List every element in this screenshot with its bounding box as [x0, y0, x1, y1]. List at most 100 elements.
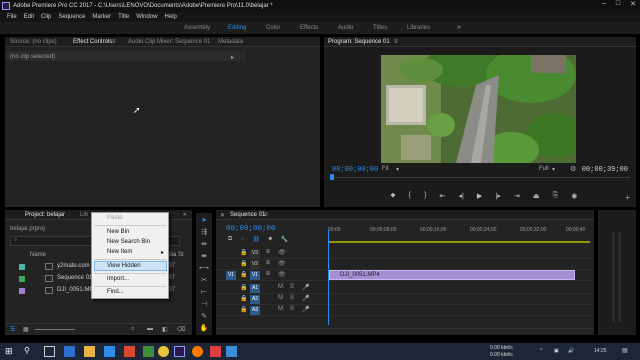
program-playhead[interactable] — [330, 174, 334, 180]
more-workspaces-icon[interactable]: » — [457, 24, 461, 31]
clock[interactable]: 14:25 — [594, 348, 607, 354]
program-video-frame[interactable] — [381, 55, 576, 163]
microphone-icon[interactable]: 🎤 — [302, 295, 309, 302]
add-marker-icon[interactable]: ⬥ — [391, 192, 396, 204]
track-label[interactable]: V1 — [250, 271, 260, 280]
microphone-icon[interactable]: 🎤 — [302, 284, 309, 291]
menu-marker[interactable]: Marker — [92, 14, 111, 20]
lift-icon[interactable]: ⏏ — [533, 192, 540, 204]
office-icon[interactable] — [124, 346, 135, 357]
timeline-timecode[interactable]: 00;00;00;00 — [226, 225, 276, 233]
workspace-color[interactable]: Color — [266, 25, 280, 31]
menu-item-import[interactable]: Import... — [107, 276, 129, 282]
workspace-assembly[interactable]: Assembly — [184, 25, 210, 31]
selection-tool-icon[interactable]: ➤ — [199, 217, 209, 225]
chrome-icon[interactable] — [158, 346, 169, 357]
mute-button[interactable]: M — [278, 284, 283, 290]
timeline-settings-icon[interactable]: 🔧 — [280, 236, 287, 243]
track-label[interactable]: A2 — [250, 295, 260, 304]
workspace-effects[interactable]: Effects — [300, 25, 318, 31]
recorder-icon[interactable] — [210, 346, 221, 357]
app-icon[interactable] — [143, 346, 154, 357]
maximize-button[interactable]: □ — [616, 0, 620, 12]
menu-item-new-item[interactable]: New Item — [107, 249, 132, 255]
edge-browser-icon[interactable] — [64, 346, 75, 357]
play-icon[interactable]: ▶ — [477, 192, 482, 204]
timeline-scrollbar[interactable] — [216, 328, 594, 333]
menu-sequence[interactable]: Sequence — [58, 14, 85, 20]
minimize-button[interactable]: – — [602, 0, 606, 12]
rolling-edit-tool-icon[interactable]: ⇼ — [199, 253, 209, 261]
resolution-dropdown-icon[interactable]: ▾ — [552, 166, 555, 173]
sync-lock-icon[interactable]: ⧈ — [266, 271, 270, 278]
tab-effect-controls[interactable]: Effect Controls — [73, 39, 112, 45]
menu-item-view-hidden[interactable]: View Hidden — [107, 263, 141, 269]
export-frame-icon[interactable]: ◉ — [571, 192, 577, 204]
close-tab-icon[interactable]: ✕ — [220, 212, 225, 219]
menu-edit[interactable]: Edit — [24, 14, 34, 20]
mute-button[interactable]: M — [278, 295, 283, 301]
add-marker-icon[interactable]: ⬥ — [268, 236, 272, 243]
track-label[interactable]: V3 — [250, 249, 260, 258]
tab-audio-clip-mixer[interactable]: Audio Clip Mixer: Sequence 01 — [128, 39, 210, 45]
lock-icon[interactable]: 🔒 — [240, 306, 247, 313]
slip-tool-icon[interactable]: ⊢ — [199, 289, 209, 297]
lock-icon[interactable]: 🔒 — [240, 284, 247, 291]
tab-source[interactable]: Source: (no clips) — [10, 39, 57, 45]
zoom-slider[interactable] — [35, 329, 75, 330]
tab-project[interactable]: Project: belajar — [25, 212, 65, 218]
tab-libraries[interactable]: Lib — [80, 212, 88, 218]
close-button[interactable]: ✕ — [630, 0, 636, 12]
windows-start-icon[interactable]: ⊞ — [5, 346, 16, 357]
app-icon[interactable] — [226, 346, 237, 357]
razor-tool-icon[interactable]: ✂ — [199, 277, 209, 285]
menu-title[interactable]: Title — [118, 14, 129, 20]
work-area-bar[interactable] — [328, 241, 590, 243]
workspace-libraries[interactable]: Libraries — [407, 25, 430, 31]
file-explorer-icon[interactable] — [84, 346, 95, 357]
task-view-icon[interactable] — [44, 346, 55, 357]
mark-out-icon[interactable]: } — [424, 192, 426, 204]
store-icon[interactable] — [104, 346, 115, 357]
track-label[interactable]: A1 — [250, 284, 260, 293]
source-patch-v1[interactable]: V1 — [226, 271, 236, 280]
workspace-titles[interactable]: Titles — [373, 25, 387, 31]
notifications-icon[interactable]: ▤ — [622, 347, 628, 354]
icon-view-icon[interactable]: ▦ — [23, 326, 29, 333]
tab-metadata[interactable]: Metadata — [218, 39, 243, 45]
step-back-icon[interactable]: ◂| — [458, 192, 463, 204]
rate-stretch-tool-icon[interactable]: ⟷ — [199, 265, 209, 273]
snap-icon[interactable]: ∩ — [240, 236, 244, 243]
new-item-icon[interactable]: ◧ — [162, 326, 168, 333]
firefox-icon[interactable] — [192, 346, 203, 357]
list-view-icon[interactable]: ☰ — [10, 326, 15, 333]
hand-tool-icon[interactable]: ✋ — [199, 325, 209, 333]
more-panels-icon[interactable]: » — [183, 212, 186, 218]
clear-icon[interactable]: ⌫ — [177, 326, 185, 333]
volume-icon[interactable]: 🔊 — [568, 348, 574, 354]
lock-icon[interactable]: 🔒 — [240, 249, 247, 256]
menu-item-new-search-bin[interactable]: New Search Bin — [107, 239, 150, 245]
settings-wrench-icon[interactable]: ⚙ — [570, 165, 576, 173]
microphone-icon[interactable]: 🎤 — [302, 306, 309, 313]
menu-item-new-bin[interactable]: New Bin — [107, 229, 129, 235]
pen-tool-icon[interactable]: ✎ — [199, 313, 209, 321]
track-label[interactable]: V2 — [250, 260, 260, 269]
tab-program-monitor[interactable]: Program: Sequence 01 — [328, 39, 390, 45]
lock-icon[interactable]: 🔒 — [240, 271, 247, 278]
mark-in-icon[interactable]: { — [409, 192, 411, 204]
menu-clip[interactable]: Clip — [41, 14, 51, 20]
panel-menu-icon[interactable]: ≡ — [112, 39, 116, 45]
find-icon[interactable]: ⌕ — [131, 326, 134, 333]
eye-icon[interactable]: 👁 — [278, 271, 286, 278]
program-panel-menu-icon[interactable]: ≡ — [394, 39, 398, 45]
timeline-ruler[interactable]: 00;00 00;00;08;00 00;00;16;00 00;00;24;0… — [328, 227, 590, 241]
search-icon[interactable]: ⚲ — [24, 346, 35, 357]
timeline-playhead[interactable] — [328, 230, 329, 325]
nest-icon[interactable]: ⧉ — [228, 236, 232, 243]
tab-sequence[interactable]: Sequence 01 — [230, 212, 265, 218]
solo-button[interactable]: S — [290, 284, 294, 290]
lock-icon[interactable]: 🔒 — [240, 295, 247, 302]
new-bin-icon[interactable]: ▬ — [147, 326, 153, 332]
workspace-editing[interactable]: Editing — [228, 25, 246, 31]
